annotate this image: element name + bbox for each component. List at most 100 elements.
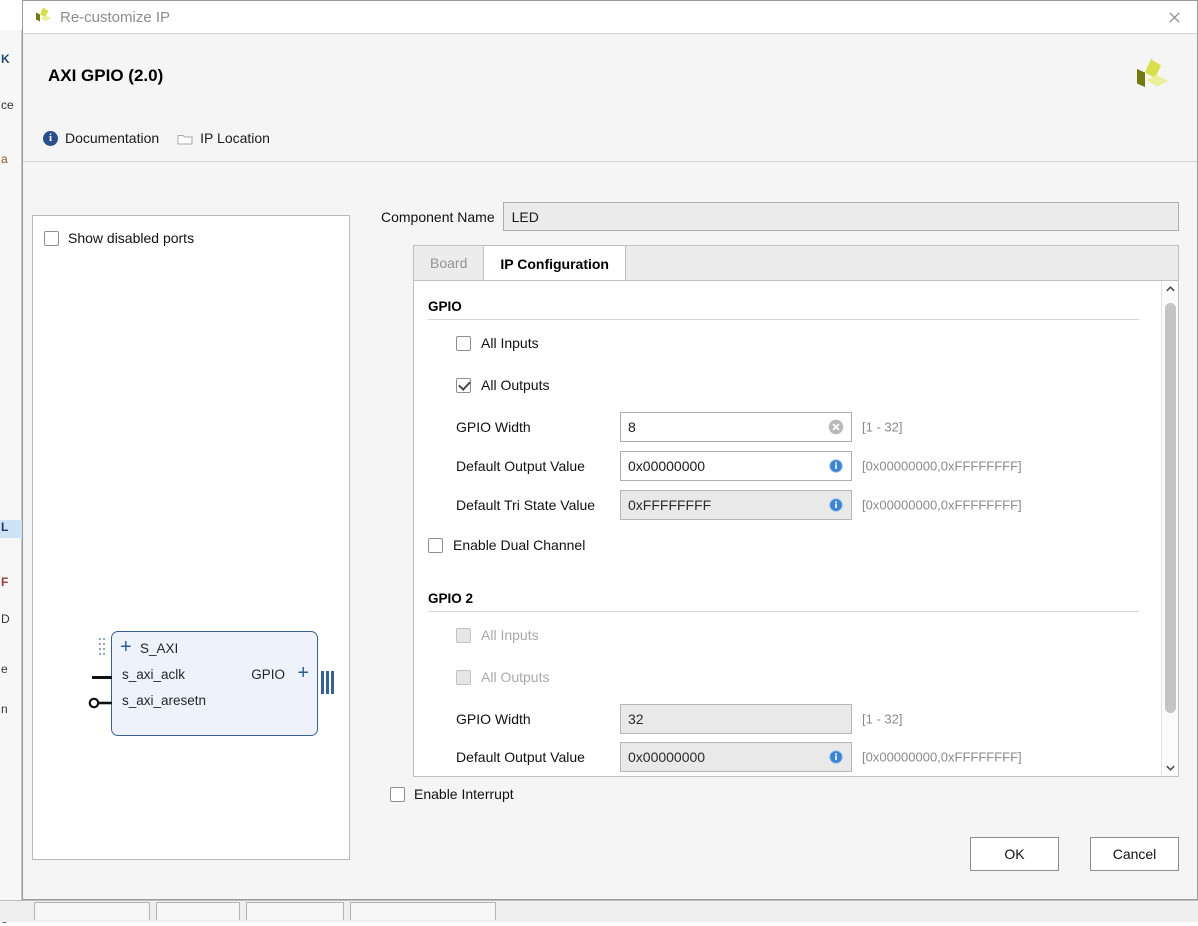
gpio-default-output-label: Default Output Value bbox=[456, 458, 585, 474]
documentation-link[interactable]: i Documentation bbox=[43, 130, 159, 146]
reset-port-icon bbox=[88, 696, 112, 708]
gpio-default-tristate-label: Default Tri State Value bbox=[456, 497, 595, 513]
port-label-s-axi: S_AXI bbox=[140, 641, 178, 656]
gpio2-width-row: GPIO Width 32 [1 - 32] bbox=[428, 704, 1147, 734]
gpio-all-inputs-label: All Inputs bbox=[481, 335, 539, 351]
enable-dual-channel-checkbox[interactable]: Enable Dual Channel bbox=[428, 537, 585, 553]
expand-bus-icon-s-axi[interactable]: + bbox=[120, 637, 132, 657]
scroll-down-icon[interactable] bbox=[1162, 759, 1179, 776]
background-left-panel: K ce a L F D e n e bbox=[0, 30, 22, 922]
bg-frag: e bbox=[0, 662, 22, 676]
bg-tab bbox=[246, 902, 344, 920]
gpio-all-outputs-label: All Outputs bbox=[481, 377, 549, 393]
gpio-default-tristate-row: Default Tri State Value 0xFFFFFFFF [0x00… bbox=[428, 490, 1147, 520]
enable-dual-channel-label: Enable Dual Channel bbox=[453, 537, 585, 553]
gpio2-all-outputs-checkbox: All Outputs bbox=[456, 669, 549, 685]
gpio-width-label: GPIO Width bbox=[456, 419, 531, 435]
close-icon[interactable] bbox=[1151, 1, 1197, 33]
gpio-default-tristate-input: 0xFFFFFFFF bbox=[620, 490, 852, 520]
gpio2-width-hint: [1 - 32] bbox=[862, 712, 902, 727]
show-disabled-ports-checkbox[interactable]: Show disabled ports bbox=[44, 230, 194, 246]
bg-frag: n bbox=[0, 702, 22, 716]
gpio2-default-output-input: 0x00000000 bbox=[620, 742, 852, 772]
checkbox-box bbox=[456, 670, 471, 685]
gpio-all-outputs-checkbox[interactable]: All Outputs bbox=[456, 377, 549, 393]
gpio-default-output-input[interactable]: 0x00000000 bbox=[620, 451, 852, 481]
gpio-width-hint: [1 - 32] bbox=[862, 420, 902, 435]
info-icon[interactable] bbox=[829, 498, 843, 512]
enable-interrupt-checkbox[interactable]: Enable Interrupt bbox=[390, 786, 514, 802]
checkbox-box bbox=[456, 628, 471, 643]
clear-icon[interactable] bbox=[828, 419, 844, 435]
ip-symbol-block: + S_AXI s_axi_aclk s_axi_aresetn GPIO + bbox=[111, 631, 318, 736]
port-label-s-axi-aclk: s_axi_aclk bbox=[122, 667, 185, 682]
bg-tab bbox=[350, 902, 496, 920]
gpio-width-input[interactable]: 8 bbox=[620, 412, 852, 442]
checkbox-box bbox=[456, 336, 471, 351]
tab-board[interactable]: Board bbox=[414, 246, 483, 280]
gpio-default-output-hint: [0x00000000,0xFFFFFFFF] bbox=[862, 459, 1022, 474]
gpio2-width-label: GPIO Width bbox=[456, 711, 531, 727]
section-title-gpio: GPIO bbox=[428, 299, 462, 314]
scrollbar-thumb[interactable] bbox=[1165, 303, 1176, 713]
config-column: Component Name LED Board IP Configuratio… bbox=[381, 162, 1188, 899]
config-scrollbar[interactable] bbox=[1161, 281, 1178, 776]
section-divider bbox=[428, 611, 1139, 612]
ok-button[interactable]: OK bbox=[970, 837, 1059, 871]
section-divider bbox=[428, 319, 1139, 320]
config-tabs: Board IP Configuration GPIO All Inputs bbox=[413, 245, 1179, 777]
bg-frag: K bbox=[0, 52, 22, 66]
checkbox-box bbox=[428, 538, 443, 553]
checkbox-box bbox=[44, 231, 59, 246]
recustomize-ip-dialog: Re-customize IP AXI GPIO (2.0) i Documen… bbox=[22, 0, 1198, 900]
bg-tab bbox=[34, 902, 150, 920]
component-name-label: Component Name bbox=[381, 209, 495, 225]
folder-icon bbox=[177, 132, 193, 145]
vivado-brand-logo-icon bbox=[1129, 56, 1173, 100]
dialog-titlebar: Re-customize IP bbox=[23, 1, 1197, 34]
cancel-button[interactable]: Cancel bbox=[1090, 837, 1179, 871]
scroll-up-icon[interactable] bbox=[1162, 281, 1179, 298]
documentation-link-label: Documentation bbox=[65, 130, 159, 146]
dialog-body: Show disabled ports + S_AXI s_axi_aclk s… bbox=[23, 162, 1197, 899]
ip-location-link-label: IP Location bbox=[200, 130, 270, 146]
port-label-s-axi-aresetn: s_axi_aresetn bbox=[122, 693, 206, 708]
bus-connector-icon bbox=[99, 638, 108, 657]
gpio-all-inputs-checkbox[interactable]: All Inputs bbox=[456, 335, 539, 351]
info-icon[interactable] bbox=[829, 459, 843, 473]
tab-ip-configuration[interactable]: IP Configuration bbox=[483, 246, 626, 281]
info-icon: i bbox=[43, 131, 58, 146]
bg-frag: D bbox=[0, 612, 22, 626]
checkbox-box bbox=[456, 378, 471, 393]
gpio-width-row: GPIO Width 8 [1 - 32] bbox=[428, 412, 1147, 442]
clock-port-icon bbox=[92, 676, 112, 679]
gpio-default-output-row: Default Output Value 0x00000000 [0x00000… bbox=[428, 451, 1147, 481]
gpio2-default-output-hint: [0x00000000,0xFFFFFFFF] bbox=[862, 750, 1022, 765]
dialog-header: AXI GPIO (2.0) i Documentation IP Locati… bbox=[23, 34, 1197, 162]
gpio-bus-connector-icon bbox=[321, 671, 335, 694]
gpio2-all-inputs-checkbox: All Inputs bbox=[456, 627, 539, 643]
component-name-input[interactable]: LED bbox=[503, 202, 1179, 231]
checkbox-box bbox=[390, 787, 405, 802]
dialog-title: Re-customize IP bbox=[60, 9, 170, 26]
dialog-buttons: OK Cancel bbox=[970, 837, 1179, 871]
gpio2-default-output-row: Default Output Value 0x00000000 [0x00000… bbox=[428, 742, 1147, 772]
info-icon[interactable] bbox=[829, 750, 843, 764]
gpio2-all-inputs-label: All Inputs bbox=[481, 627, 539, 643]
bg-frag: F bbox=[0, 575, 22, 589]
bg-frag: ce bbox=[0, 98, 22, 112]
vivado-logo-icon bbox=[32, 6, 54, 28]
show-disabled-ports-label: Show disabled ports bbox=[68, 230, 194, 246]
port-label-gpio: GPIO bbox=[251, 667, 285, 682]
ports-preview-panel: Show disabled ports + S_AXI s_axi_aclk s… bbox=[32, 215, 350, 860]
tab-bar: Board IP Configuration bbox=[413, 245, 1179, 280]
config-scroll-view: GPIO All Inputs All Outputs GPIO Width bbox=[414, 281, 1161, 776]
ip-location-link[interactable]: IP Location bbox=[177, 130, 270, 146]
gpio2-all-outputs-label: All Outputs bbox=[481, 669, 549, 685]
header-links: i Documentation IP Location bbox=[43, 130, 270, 146]
gpio2-default-output-label: Default Output Value bbox=[456, 749, 585, 765]
page-title: AXI GPIO (2.0) bbox=[48, 66, 163, 86]
gpio-default-tristate-hint: [0x00000000,0xFFFFFFFF] bbox=[862, 498, 1022, 513]
background-status-bar bbox=[0, 900, 1198, 922]
expand-bus-icon-gpio[interactable]: + bbox=[297, 663, 309, 683]
